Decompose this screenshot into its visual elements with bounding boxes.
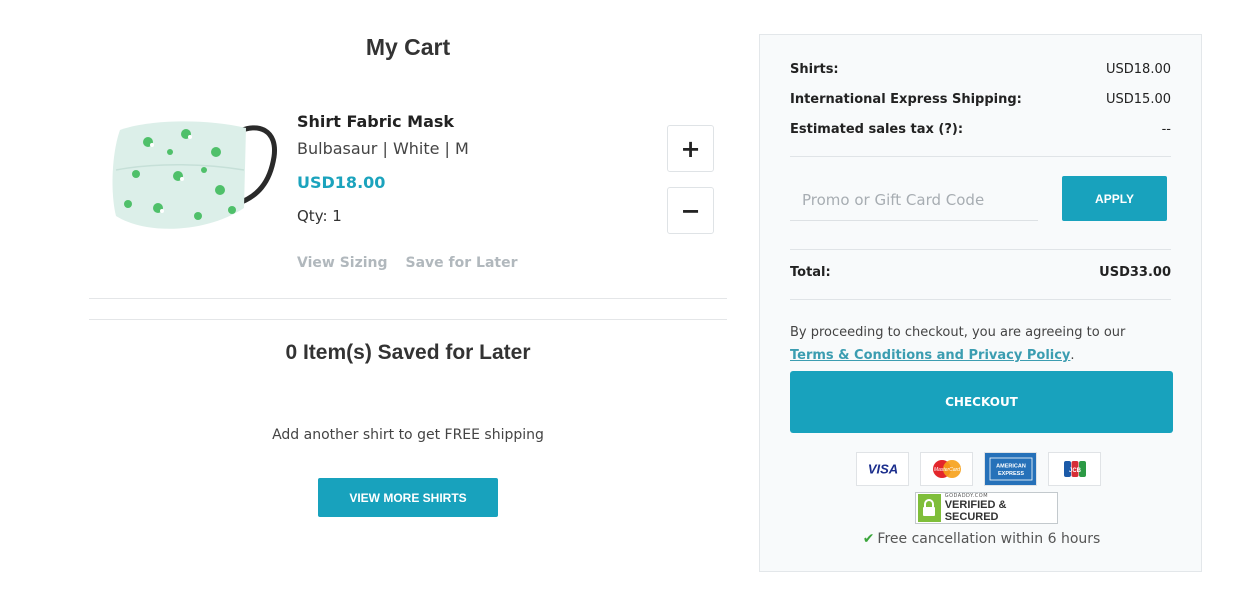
shipping-label: International Express Shipping: bbox=[790, 92, 1022, 107]
product-variant: Bulbasaur | White | M bbox=[297, 139, 469, 158]
jcb-icon: JCB bbox=[1048, 452, 1101, 486]
divider bbox=[790, 249, 1171, 250]
save-for-later-link[interactable]: Save for Later bbox=[406, 255, 518, 271]
cart-title: My Cart bbox=[365, 34, 451, 60]
free-shipping-message: Add another shirt to get FREE shipping bbox=[272, 427, 544, 443]
shipping-value: USD15.00 bbox=[1106, 92, 1171, 107]
agreement-period: . bbox=[1070, 348, 1075, 363]
order-summary-panel: Shirts: USD18.00 International Express S… bbox=[759, 34, 1202, 572]
cancellation-text: Free cancellation within 6 hours bbox=[877, 531, 1101, 547]
mastercard-logo-text: MasterCard bbox=[933, 467, 959, 473]
mastercard-icon: MasterCard bbox=[920, 452, 973, 486]
payment-methods: VISA MasterCard AMERICAN EXPRESS JCB bbox=[856, 452, 1101, 486]
svg-text:AMERICAN: AMERICAN bbox=[996, 464, 1026, 470]
total-value: USD33.00 bbox=[1099, 265, 1171, 280]
increase-qty-button[interactable]: + bbox=[667, 125, 714, 172]
summary-row-total: Total: USD33.00 bbox=[790, 265, 1171, 280]
divider bbox=[89, 298, 727, 299]
product-price: USD18.00 bbox=[297, 173, 386, 192]
shirts-label: Shirts: bbox=[790, 62, 839, 77]
product-qty: Qty: 1 bbox=[297, 207, 342, 225]
view-more-shirts-button[interactable]: VIEW MORE SHIRTS bbox=[318, 478, 498, 517]
amex-icon: AMERICAN EXPRESS bbox=[984, 452, 1037, 486]
free-cancellation: ✔ Free cancellation within 6 hours bbox=[760, 531, 1203, 547]
divider bbox=[790, 299, 1171, 300]
lock-icon bbox=[918, 494, 941, 522]
summary-row-shirts: Shirts: USD18.00 bbox=[790, 62, 1171, 77]
shirts-value: USD18.00 bbox=[1106, 62, 1171, 77]
checkout-agreement: By proceeding to checkout, you are agree… bbox=[790, 321, 1171, 367]
divider bbox=[89, 319, 727, 320]
terms-link[interactable]: Terms & Conditions and Privacy Policy bbox=[790, 348, 1070, 363]
visa-logo-text: VISA bbox=[867, 462, 897, 477]
decrease-qty-button[interactable]: − bbox=[667, 187, 714, 234]
tax-label[interactable]: Estimated sales tax (?): bbox=[790, 122, 963, 137]
summary-row-tax: Estimated sales tax (?): -- bbox=[790, 122, 1171, 137]
product-actions: View Sizing Save for Later bbox=[297, 255, 518, 271]
product-image[interactable] bbox=[108, 112, 284, 244]
product-name[interactable]: Shirt Fabric Mask bbox=[297, 112, 454, 131]
checkmark-icon: ✔ bbox=[862, 531, 875, 547]
agreement-text: By proceeding to checkout, you are agree… bbox=[790, 325, 1126, 340]
divider bbox=[790, 156, 1171, 157]
tax-value: -- bbox=[1161, 122, 1171, 137]
jcb-logo-text: JCB bbox=[1068, 468, 1081, 474]
promo-code-input[interactable] bbox=[790, 179, 1038, 221]
secured-label: VERIFIED & SECURED bbox=[944, 499, 1007, 523]
saved-for-later-title: 0 Item(s) Saved for Later bbox=[285, 341, 531, 364]
svg-text:EXPRESS: EXPRESS bbox=[998, 471, 1024, 477]
checkout-button[interactable]: CHECKOUT bbox=[790, 371, 1173, 433]
visa-icon: VISA bbox=[856, 452, 909, 486]
view-sizing-link[interactable]: View Sizing bbox=[297, 255, 388, 271]
verified-secured-badge: GODADDY.COM VERIFIED & SECURED bbox=[915, 492, 1058, 524]
total-label: Total: bbox=[790, 265, 831, 280]
summary-row-shipping: International Express Shipping: USD15.00 bbox=[790, 92, 1171, 107]
apply-promo-button[interactable]: APPLY bbox=[1062, 176, 1167, 221]
